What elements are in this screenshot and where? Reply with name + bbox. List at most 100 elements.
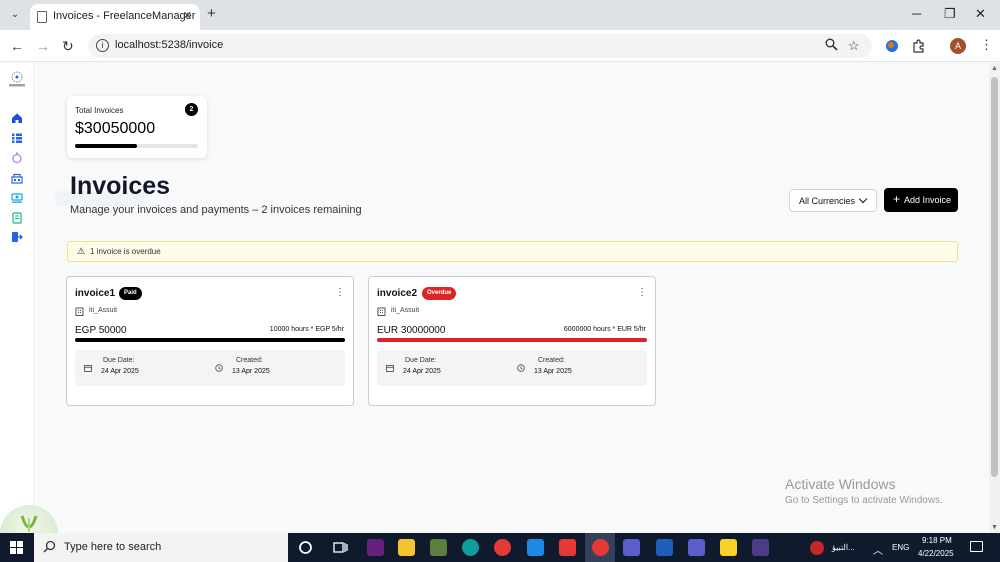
task-view-icon[interactable] [332,539,349,556]
page-subtitle: Manage your invoices and payments – 2 in… [70,204,362,216]
clock-time[interactable]: 9:18 PM [922,536,952,545]
status-badge: Paid [119,287,142,300]
more-options-icon[interactable]: ⋮ [335,287,345,298]
back-icon[interactable]: ← [10,38,24,54]
invoice-name[interactable]: invoice2 [377,288,417,299]
due-date-value: 24 Apr 2025 [101,368,139,375]
scroll-down-icon[interactable]: ▼ [991,524,998,531]
zoom-icon[interactable] [825,38,838,54]
paint-tool-icon[interactable] [430,539,447,556]
restore-icon[interactable]: ❐ [944,6,956,22]
due-date-label: Due Date: [405,357,437,364]
invoice-dates: Due Date: 24 Apr 2025 Created: 13 Apr 20… [377,350,647,386]
file-explorer-icon[interactable] [398,539,415,556]
overdue-alert: ⚠ 1 invoice is overdue [67,241,958,262]
overdue-alert-text: 1 invoice is overdue [90,247,161,256]
list-icon[interactable] [11,132,23,144]
activation-watermark-subtitle: Go to Settings to activate Windows. [785,495,943,506]
extensions-puzzle-icon[interactable] [912,39,926,58]
invoice-rate: 6000000 hours * EUR 5/hr [563,326,646,333]
extension-globe-icon[interactable] [885,39,899,58]
visual-studio-icon[interactable] [367,539,384,556]
created-date-value: 13 Apr 2025 [232,368,270,375]
tray-app-icon[interactable] [810,541,824,555]
clock-icon [517,364,525,372]
total-invoices-value: $30050000 [75,120,156,137]
tray-chevron-up-icon[interactable]: ︿ [873,542,883,557]
home-icon[interactable] [11,112,23,124]
app-logo [9,71,25,87]
calendar-icon [84,365,92,372]
url-text[interactable]: localhost:5238/invoice [115,39,223,51]
browser-toolbar: ← → ↻ i localhost:5238/invoice ☆ A ⋮ [0,30,1000,62]
activation-watermark-title: Activate Windows [785,476,896,492]
more-options-icon[interactable]: ⋮ [637,287,647,298]
page-favicon-icon [37,11,47,23]
total-invoices-progress [75,144,198,148]
terminal-icon[interactable] [752,539,769,556]
tab-strip: ⌄ Invoices - FreelanceManager ✕ + ─ ❐ ✕ [0,0,1000,30]
project-icon[interactable] [11,152,23,164]
search-icon [43,540,56,556]
invoice-amount: EUR 30000000 [377,325,446,336]
cortana-icon[interactable] [297,539,314,556]
chrome-icon[interactable] [592,539,609,556]
client-name: iti_Assuit [391,307,420,314]
tab-close-icon[interactable]: ✕ [183,9,192,22]
edge-icon[interactable] [462,539,479,556]
site-info-icon[interactable]: i [96,39,109,52]
invoice-icon[interactable] [11,212,23,224]
created-label: Created: [538,357,565,364]
clock-date[interactable]: 4/22/2025 [918,549,954,558]
word-icon[interactable] [656,539,673,556]
page-title: Invoices [70,172,171,200]
app-sidebar [0,63,34,533]
sticky-notes-icon[interactable] [720,539,737,556]
browser-menu-icon[interactable]: ⋮ [980,37,993,53]
browser-tab-invoices[interactable]: Invoices - FreelanceManager ✕ [30,4,200,30]
teams-icon[interactable] [623,539,640,556]
windows-taskbar: Type here to search التبيؤ... ︿ ENG 9:18… [0,533,1000,562]
new-tab-button[interactable]: + [207,6,216,22]
taskbar-search[interactable]: Type here to search [34,533,288,562]
calendar-icon [386,365,394,372]
window-close-icon[interactable]: ✕ [975,6,986,22]
logout-icon[interactable] [11,231,23,243]
scroll-thumb[interactable] [991,77,998,477]
address-bar[interactable]: i localhost:5238/invoice ☆ [88,34,872,58]
forward-icon[interactable]: → [36,38,50,54]
payments-icon[interactable] [11,192,23,204]
windows-app-icon[interactable] [559,539,576,556]
notifications-icon[interactable] [970,541,983,552]
bookmark-star-icon[interactable]: ☆ [848,38,860,54]
invoice-card[interactable]: invoice1 Paid ⋮ iti_Assuit EGP 50000 100… [66,276,354,406]
clock-icon [215,364,223,372]
add-invoice-button[interactable]: + Add Invoice [884,188,958,212]
currency-filter-select[interactable]: All Currencies [789,189,877,212]
clients-icon[interactable] [11,172,23,184]
invoice-rate: 10000 hours * EGP 5/hr [269,326,344,333]
invoice-dates: Due Date: 24 Apr 2025 Created: 13 Apr 20… [75,350,345,386]
status-badge: Overdue [422,287,457,300]
scroll-up-icon[interactable]: ▲ [991,65,998,72]
invoice-name[interactable]: invoice1 [75,288,115,299]
reload-icon[interactable]: ↻ [62,38,74,54]
minimize-icon[interactable]: ─ [912,6,921,21]
building-icon [75,307,84,316]
invoice-card[interactable]: invoice2 Overdue ⋮ iti_Assuit EUR 300000… [368,276,656,406]
building-icon [377,307,386,316]
tray-language-label[interactable]: التبيؤ... [832,543,855,552]
page-scrollbar[interactable]: ▲ ▼ [989,63,1000,533]
client-name: iti_Assuit [89,307,118,314]
teams-alt-icon[interactable] [688,539,705,556]
status-bar [75,338,345,342]
total-invoices-progress-fill [75,144,137,148]
profile-avatar[interactable]: A [950,38,966,54]
created-label: Created: [236,357,263,364]
windows-start-icon[interactable] [10,541,23,554]
created-date-value: 13 Apr 2025 [534,368,572,375]
chrome-profile-icon[interactable] [494,539,511,556]
vscode-icon[interactable] [527,539,544,556]
tab-search-chevron-icon[interactable]: ⌄ [6,6,24,24]
input-language[interactable]: ENG [892,543,909,552]
